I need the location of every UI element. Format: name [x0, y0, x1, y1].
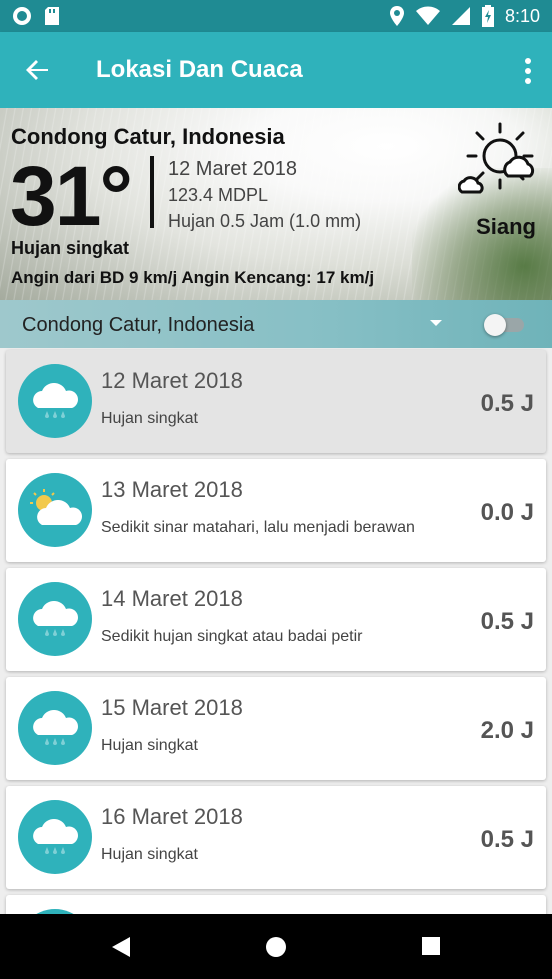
forecast-card-partial[interactable]: [6, 895, 546, 914]
nav-recents-icon[interactable]: [421, 936, 441, 956]
sd-card-icon: [45, 7, 59, 25]
forecast-rain-hours: 0.5 J: [480, 608, 534, 635]
current-weather-panel: Condong Catur, Indonesia 31° 12 Maret 20…: [0, 108, 552, 300]
dropdown-arrow-icon[interactable]: [430, 320, 442, 326]
elevation: 123.4 MDPL: [168, 185, 269, 205]
rain-cloud-icon: [18, 800, 92, 874]
forecast-rain-hours: 0.5 J: [480, 390, 534, 417]
forecast-rain-hours: 0.5 J: [480, 826, 534, 853]
rain-cloud-icon: [18, 364, 92, 438]
overflow-menu-icon[interactable]: [522, 56, 534, 86]
forecast-card[interactable]: 12 Maret 2018 Hujan singkat 0.5 J: [6, 350, 546, 453]
sun-cloud-icon: [18, 473, 92, 547]
current-date: 12 Maret 2018: [168, 158, 297, 180]
status-bar: 8:10: [0, 0, 552, 32]
divider: [150, 156, 154, 228]
signal-icon: [451, 7, 470, 25]
day-period: Siang: [476, 214, 536, 239]
sun-cloud-icon: [458, 122, 535, 194]
page-title: Lokasi Dan Cuaca: [96, 56, 303, 83]
forecast-date: 13 Maret 2018: [101, 477, 243, 502]
forecast-description: Sedikit sinar matahari, lalu menjadi ber…: [101, 519, 415, 536]
forecast-rain-hours: 0.0 J: [480, 499, 534, 526]
forecast-list[interactable]: 12 Maret 2018 Hujan singkat 0.5 J 13 Mar…: [0, 348, 552, 914]
forecast-description: Sedikit hujan singkat atau badai petir: [101, 628, 363, 645]
rain-cloud-icon: [18, 691, 92, 765]
forecast-date: 15 Maret 2018: [101, 695, 243, 720]
current-condition: Hujan singkat: [11, 238, 130, 258]
forecast-description: Hujan singkat: [101, 410, 198, 427]
clock: 8:10: [504, 5, 540, 26]
nav-back-icon[interactable]: [110, 936, 132, 958]
toggle-thumb: [484, 314, 506, 336]
current-details: 12 Maret 2018 123.4 MDPL Hujan 0.5 Jam (…: [168, 156, 361, 234]
forecast-description: Hujan singkat: [101, 846, 198, 863]
forecast-card[interactable]: 13 Maret 2018 Sedikit sinar matahari, la…: [6, 459, 546, 562]
arrow-back-icon[interactable]: [22, 54, 54, 86]
nav-home-icon[interactable]: [265, 936, 287, 958]
wind-info: Angin dari BD 9 km/j Angin Kencang: 17 k…: [11, 268, 375, 287]
rain-info: Hujan 0.5 Jam (1.0 mm): [168, 211, 362, 231]
forecast-date: 12 Maret 2018: [101, 368, 243, 393]
app-bar: Lokasi Dan Cuaca: [0, 32, 552, 108]
forecast-date: 16 Maret 2018: [101, 804, 243, 829]
forecast-date: 14 Maret 2018: [101, 586, 243, 611]
current-temperature: 31°: [10, 149, 133, 243]
system-nav-bar: [0, 914, 552, 979]
location-pin-icon: [389, 6, 404, 26]
forecast-description: Hujan singkat: [101, 737, 198, 754]
forecast-card[interactable]: 14 Maret 2018 Sedikit hujan singkat atau…: [6, 568, 546, 671]
forecast-card[interactable]: 15 Maret 2018 Hujan singkat 2.0 J: [6, 677, 546, 780]
location-toggle[interactable]: [484, 314, 526, 336]
notification-icon: [13, 7, 31, 25]
forecast-rain-hours: 2.0 J: [480, 717, 534, 744]
location-selector[interactable]: Condong Catur, Indonesia: [0, 300, 552, 348]
battery-icon: [481, 5, 494, 27]
wifi-icon: [415, 6, 440, 25]
current-location: Condong Catur, Indonesia: [11, 124, 285, 149]
forecast-card[interactable]: 16 Maret 2018 Hujan singkat 0.5 J: [6, 786, 546, 889]
rain-cloud-icon: [18, 582, 92, 656]
location-dropdown[interactable]: Condong Catur, Indonesia: [22, 314, 254, 337]
